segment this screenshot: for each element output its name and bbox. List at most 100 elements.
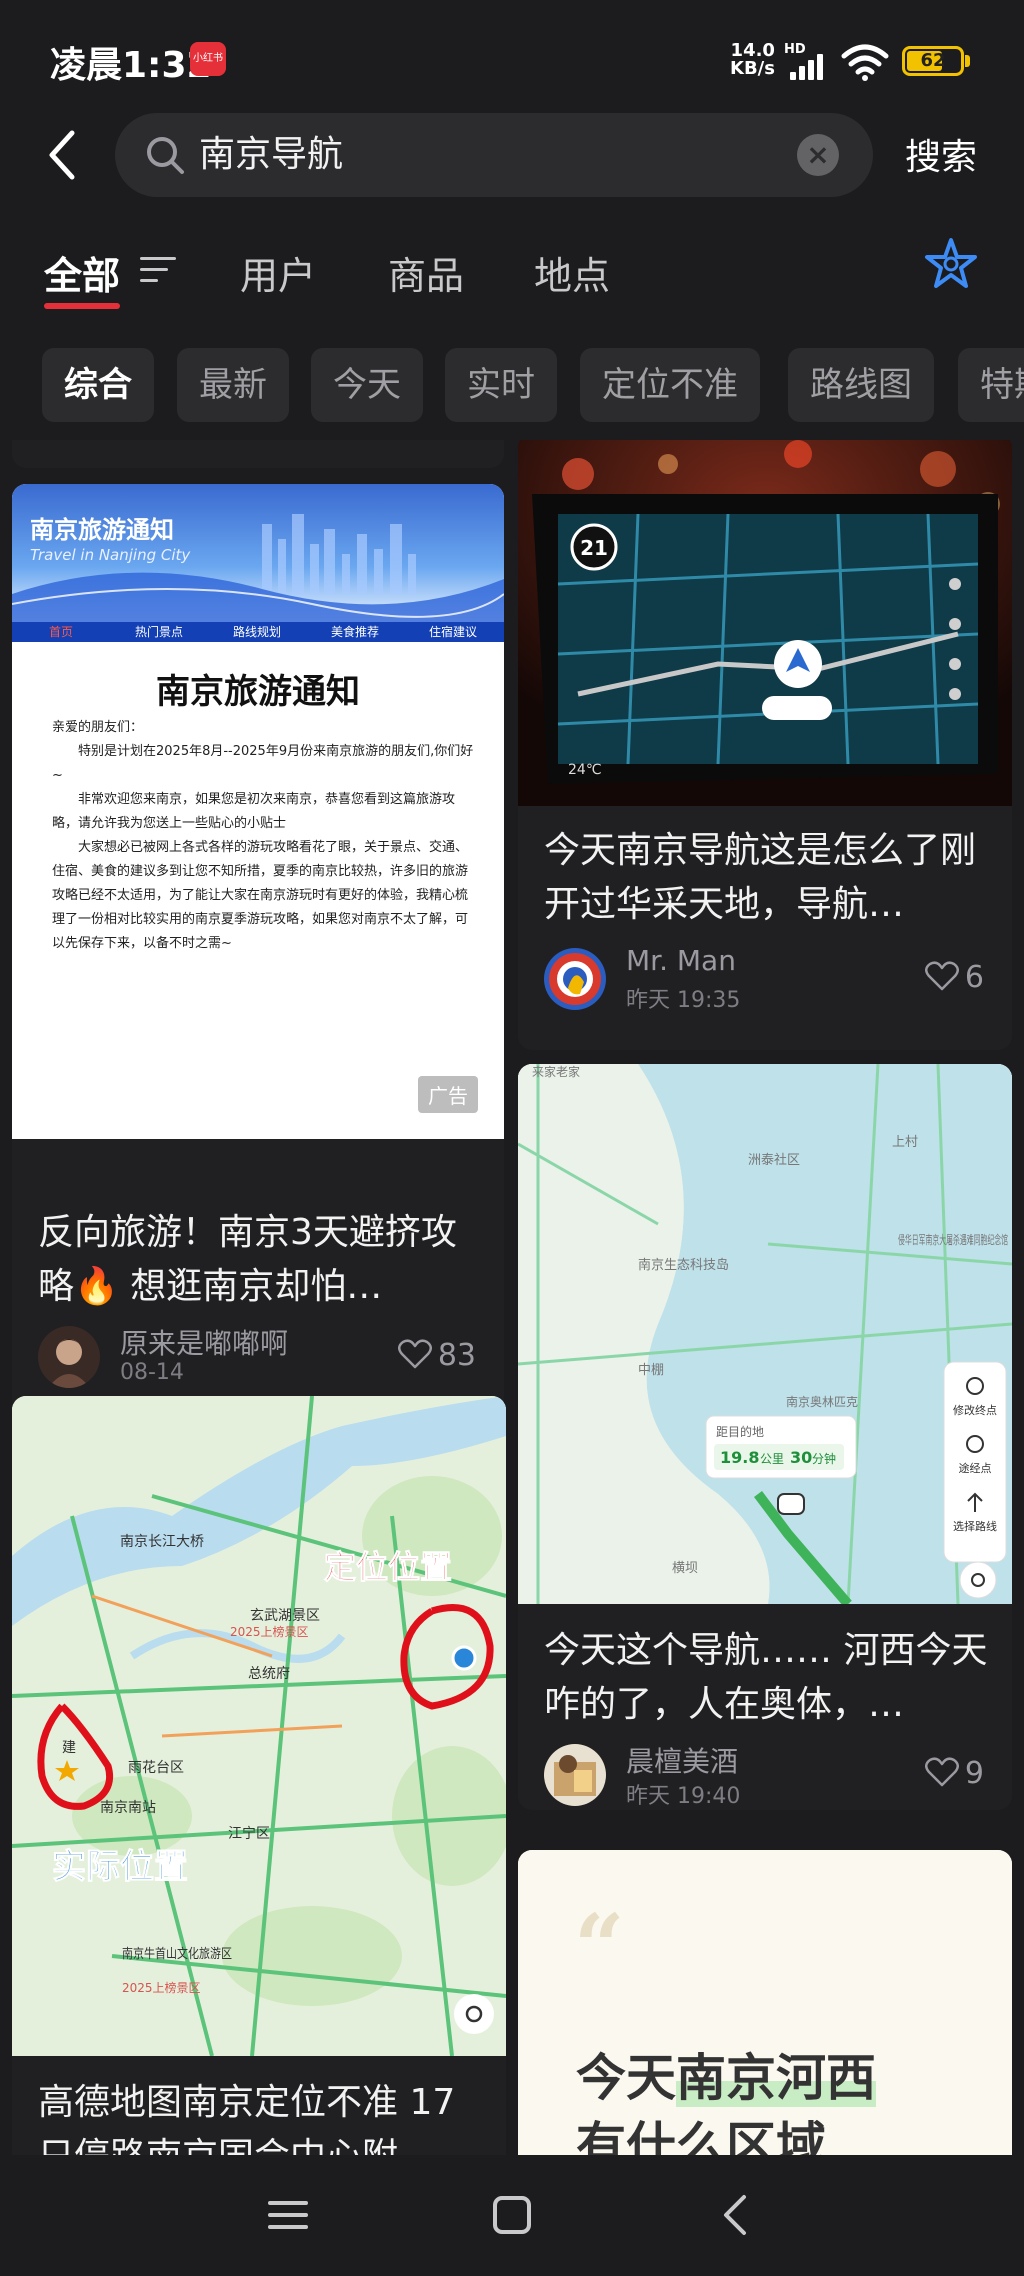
ai-star-icon[interactable] <box>922 235 980 293</box>
notice-paragraph: 特别是计划在2025年8月--2025年9月份来南京旅游的朋友们,你们好~ <box>52 744 474 783</box>
search-button[interactable]: 搜索 <box>905 128 977 180</box>
chip-realtime[interactable]: 实时 <box>445 348 557 422</box>
note-card-quote[interactable]: “ 今天南京河西 有什么区域 <box>518 1850 1012 2155</box>
map-side-button[interactable]: 途经点 <box>959 1461 992 1475</box>
author-name[interactable]: 晨檀美酒 <box>626 1740 738 1780</box>
quote-line-1: 今天南京河西 <box>576 2038 876 2110</box>
map-label: 来家老家 <box>532 1064 580 1079</box>
note-title[interactable]: 今天这个导航…… 河西今天咋的了，人在奥体，… <box>544 1624 992 1732</box>
map-side-button[interactable]: 修改终点 <box>953 1403 997 1417</box>
map-label: 江宁区 <box>228 1825 270 1842</box>
chip-today[interactable]: 今天 <box>311 348 423 422</box>
avatar[interactable] <box>544 1744 606 1806</box>
notice-paragraph: 非常欢迎您来南京，如果您是初次来南京，恭喜您看到这篇旅游攻略，请允许我为您送上一… <box>52 792 456 831</box>
notice-body: 亲爱的朋友们： 特别是计划在2025年8月--2025年9月份来南京旅游的朋友们… <box>52 716 474 956</box>
quote-mark-icon: “ <box>574 1894 625 1998</box>
network-speed-unit: KB/s <box>730 58 775 79</box>
menu-icon[interactable] <box>258 2185 318 2245</box>
notice-banner: 南京旅游通知 Travel in Nanjing City <box>12 484 504 622</box>
note-title[interactable]: 高德地图南京定位不准 17只停路南京国会中心附 <box>38 2076 486 2155</box>
search-input[interactable]: 南京导航 × <box>115 113 873 197</box>
note-card-route-map[interactable]: 洲泰社区 南京生态科技岛 侵华日军南京大屠杀遇难同胞纪念馆 中棚 南京奥林匹克 … <box>518 1064 1012 1810</box>
network-speed: 14.0 KB/s <box>730 42 775 78</box>
chip-inaccurate-location[interactable]: 定位不准 <box>580 348 760 422</box>
tab-all[interactable]: 全部 <box>44 245 120 300</box>
actual-position-label: 实际位置 <box>52 1847 188 1887</box>
notice-nav-item: 热门景点 <box>134 625 183 639</box>
back-icon[interactable] <box>706 2185 766 2245</box>
note-title[interactable]: 反向旅游！南京3天避挤攻略🔥 想逛南京却怕… <box>38 1206 484 1314</box>
quote-image: “ 今天南京河西 有什么区域 <box>518 1850 1012 2155</box>
distance-value: 19.8 <box>720 1448 759 1467</box>
partial-card-top[interactable] <box>12 440 504 468</box>
map-label: 南京南站 <box>100 1800 156 1816</box>
clear-icon[interactable]: × <box>797 134 839 176</box>
post-date: 昨天 19:40 <box>626 1784 741 1809</box>
located-position-label: 定位位置 <box>324 1548 452 1586</box>
avatar[interactable] <box>38 1326 100 1388</box>
quote-highlight: 南京河西 <box>676 2049 876 2107</box>
filter-chips: 综合 最新 今天 实时 定位不准 路线图 特斯 <box>0 348 1024 424</box>
back-arrow-icon[interactable] <box>40 125 90 185</box>
like-count[interactable]: 9 <box>924 1756 984 1791</box>
like-count[interactable]: 83 <box>397 1338 476 1373</box>
home-icon[interactable] <box>482 2185 542 2245</box>
system-nav-bar <box>0 2155 1024 2276</box>
author-name[interactable]: 原来是嘟嘟啊 <box>120 1322 288 1362</box>
heart-icon[interactable] <box>924 1757 959 1787</box>
distance-unit: 公里 <box>760 1452 784 1466</box>
heart-icon[interactable] <box>397 1339 432 1369</box>
map-label: 横坝 <box>672 1561 698 1576</box>
route-map-screenshot: 洲泰社区 南京生态科技岛 侵华日军南京大屠杀遇难同胞纪念馆 中棚 南京奥林匹克 … <box>518 1064 1012 1604</box>
duration-unit: 分钟 <box>812 1451 836 1466</box>
chip-comprehensive[interactable]: 综合 <box>42 348 154 422</box>
notice-banner-subtitle: Travel in Nanjing City <box>30 546 191 564</box>
heart-icon[interactable] <box>924 961 959 991</box>
map-label: 南京奥林匹克 <box>786 1394 858 1409</box>
note-card-gaode-map[interactable]: 南京长江大桥 玄武湖景区 2025上榜景区 总统府 雨花台区 南京南站 江宁区 … <box>12 1396 506 2155</box>
notice-nav-item: 美食推荐 <box>330 625 379 639</box>
notice-nav: 首页 热门景点 路线规划 美食推荐 住宿建议 <box>12 622 504 642</box>
duration-value: 30 <box>790 1448 812 1467</box>
tab-products[interactable]: 商品 <box>388 245 464 300</box>
author-name[interactable]: Mr. Man <box>626 944 736 977</box>
chip-route-map[interactable]: 路线图 <box>788 348 934 422</box>
battery-level: 62 <box>920 50 946 71</box>
status-time: 凌晨1:32 <box>50 45 212 86</box>
search-query[interactable]: 南京导航 <box>199 113 343 197</box>
category-tabs: 全部 用户 商品 地点 <box>0 235 1024 325</box>
ad-badge: 广告 <box>418 1076 478 1113</box>
signal-icon <box>790 50 830 80</box>
gaode-map-screenshot: 南京长江大桥 玄武湖景区 2025上榜景区 总统府 雨花台区 南京南站 江宁区 … <box>12 1396 506 2056</box>
note-title[interactable]: 今天南京导航这是怎么了刚开过华采天地，导航… <box>544 824 992 932</box>
chip-tesla[interactable]: 特斯 <box>958 348 1024 422</box>
filter-icon[interactable] <box>140 255 176 285</box>
like-count-value: 6 <box>964 960 984 995</box>
distance-label: 距目的地 <box>716 1424 764 1439</box>
map-label: 南京长江大桥 <box>120 1534 204 1550</box>
notice-nav-item: 首页 <box>48 625 73 639</box>
speed-limit: 21 <box>580 536 608 560</box>
battery-tip <box>965 55 970 67</box>
search-icon <box>147 137 184 174</box>
dash-temperature: 24℃ <box>568 762 602 778</box>
xiaohongshu-badge-icon: 小红书 <box>190 42 226 76</box>
tab-users[interactable]: 用户 <box>240 245 316 300</box>
tab-places[interactable]: 地点 <box>534 245 610 300</box>
battery-icon: 62 <box>902 46 964 76</box>
quote-line-2: 有什么区域 <box>576 2117 826 2155</box>
post-date: 昨天 19:35 <box>626 988 741 1013</box>
avatar[interactable] <box>544 948 606 1010</box>
map-label: 上村 <box>892 1135 918 1150</box>
note-card-dashboard[interactable]: 21 24℃ 今天南京导航这是怎么了刚开过华采天地，导航… Mr. Man 昨天… <box>518 440 1012 1050</box>
like-count-value: 83 <box>437 1338 476 1373</box>
map-side-button[interactable]: 选择路线 <box>953 1519 997 1533</box>
chip-latest[interactable]: 最新 <box>177 348 289 422</box>
map-label: 南京生态科技岛 <box>638 1257 729 1273</box>
status-bar: 凌晨1:32 小红书 14.0 KB/s HD 62 <box>0 0 1024 120</box>
note-meta: 原来是嘟嘟啊 08-14 83 <box>38 1326 484 1396</box>
map-label: 总统府 <box>248 1666 290 1682</box>
note-card-travel[interactable]: 南京旅游通知 Travel in Nanjing City 首页 热门景点 路线规划… <box>12 484 504 1424</box>
map-label: 雨花台区 <box>128 1760 184 1776</box>
like-count[interactable]: 6 <box>924 960 984 995</box>
